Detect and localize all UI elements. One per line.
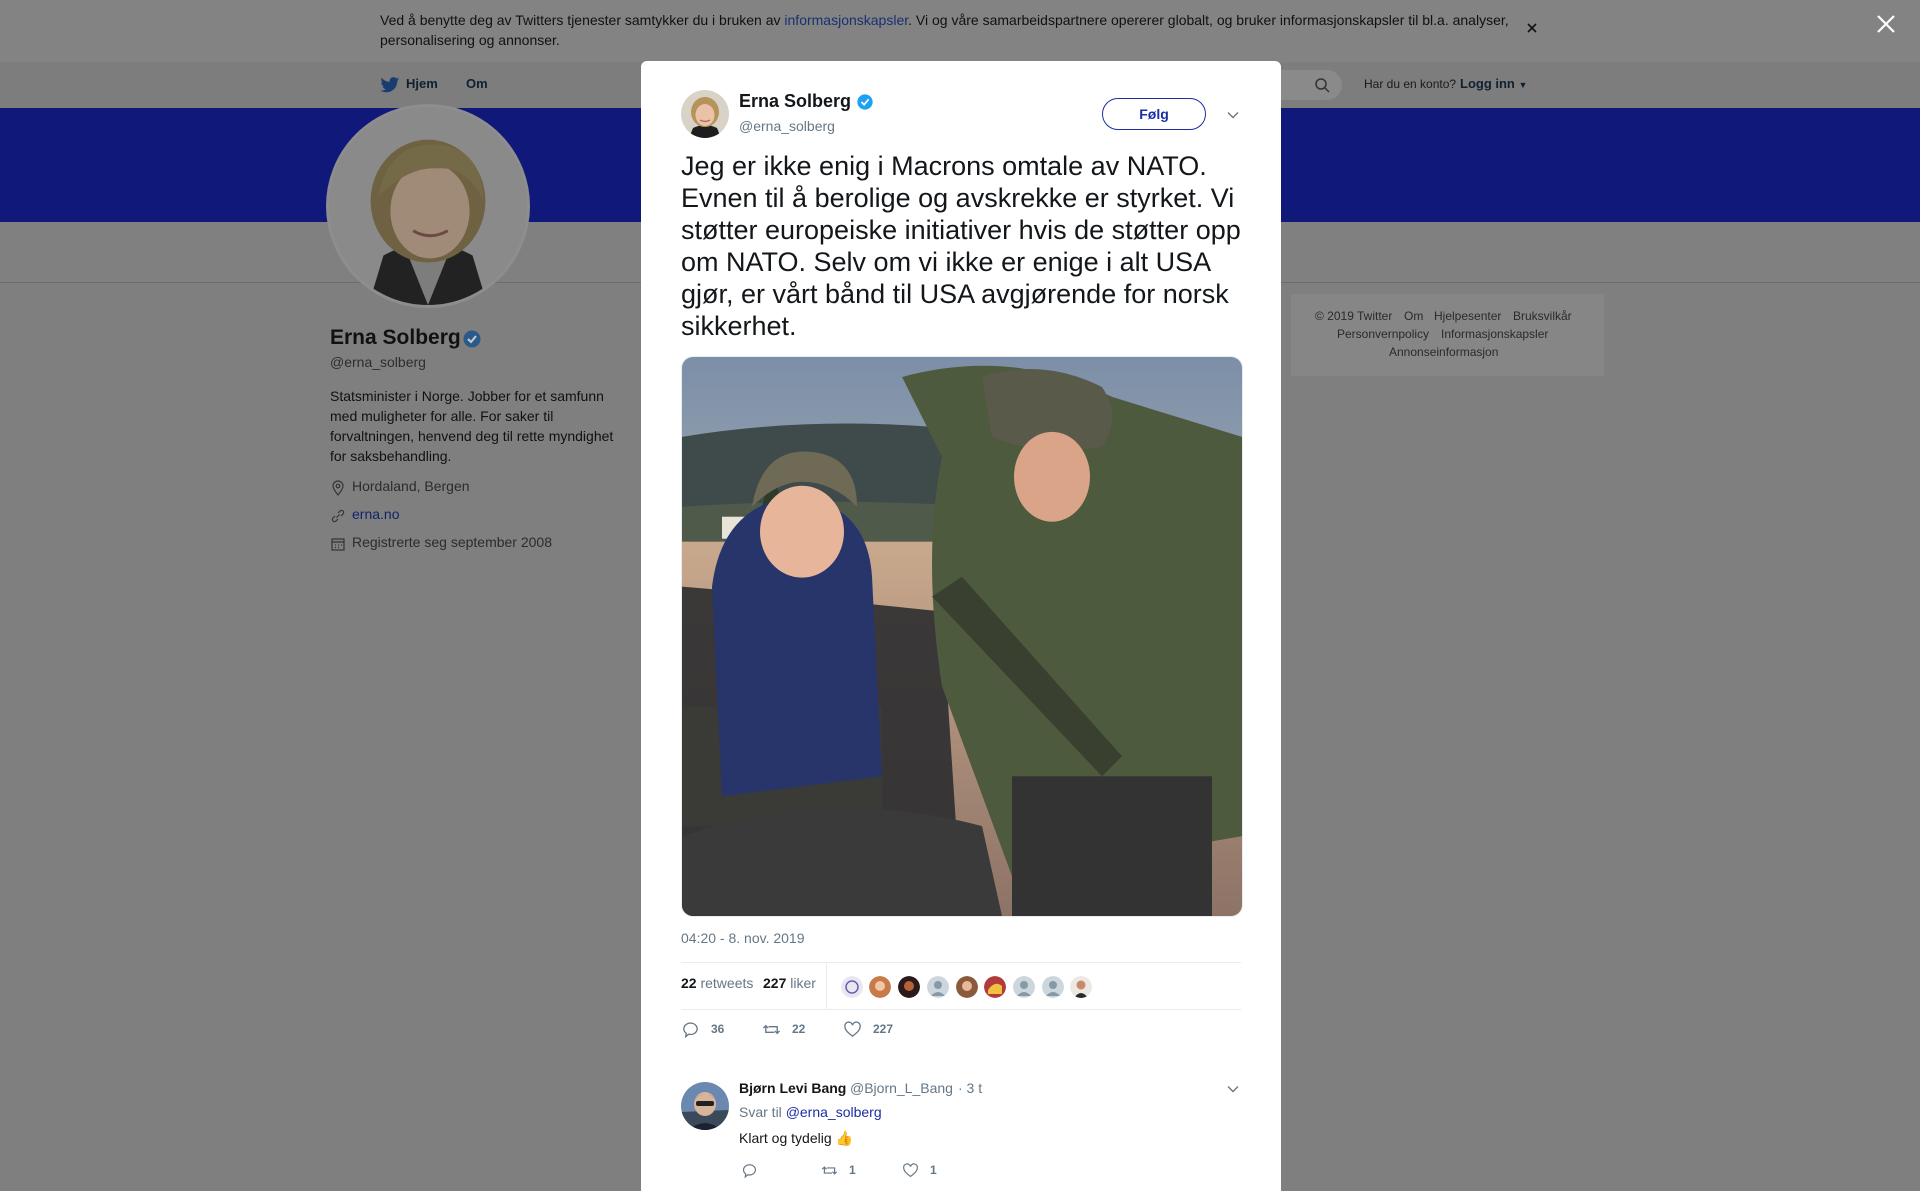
calendar-icon [330,536,346,552]
profile-avatar[interactable] [326,104,530,308]
footer-link-ads[interactable]: Annonseinformasjon [1389,345,1498,359]
close-modal-icon[interactable] [1876,14,1896,34]
liker-avatar[interactable] [1041,975,1065,999]
footer-link-help[interactable]: Hjelpesenter [1434,309,1501,323]
search-icon[interactable] [1314,77,1330,93]
follow-button[interactable]: Følg [1102,98,1206,130]
like-stats[interactable]: 227 liker [763,975,816,991]
chevron-down-icon: ▼ [1518,80,1528,90]
reply-icon [683,1022,698,1039]
footer-link-cookies[interactable]: Informasjonskapsler [1441,327,1548,341]
tweet-text: Jeg er ikke enig i Macrons omtale av NAT… [681,151,1241,341]
nav-about[interactable]: Om [466,76,488,91]
profile-handle: @erna_solberg [330,354,426,370]
tweet-photo[interactable] [681,356,1243,917]
profile-bio: Statsminister i Norge. Jobber for et sam… [330,388,614,464]
link-icon [330,508,346,524]
divider [826,962,827,1009]
reply-author-avatar[interactable] [681,1082,729,1130]
retweet-icon [762,1024,781,1035]
liker-avatar[interactable] [1069,975,1093,999]
reply-time[interactable]: · 3 t [958,1080,982,1096]
divider [681,1009,1241,1010]
footer-copyright: © 2019 Twitter [1315,309,1393,323]
retweet-stats[interactable]: 22 retweets [681,975,753,991]
footer-link-about[interactable]: Om [1404,309,1423,323]
divider [681,962,1241,963]
profile-name: Erna Solberg [330,326,461,349]
liker-avatar[interactable] [897,975,921,999]
footer-link-privacy[interactable]: Personvernpolicy [1337,327,1429,341]
reply-author-handle[interactable]: @Bjorn_L_Bang [850,1080,953,1096]
heart-icon [844,1021,861,1037]
tweet-timestamp[interactable]: 04:20 - 8. nov. 2019 [681,930,805,946]
cookie-policy-link[interactable]: informasjonskapsler [784,12,908,28]
retweet-button[interactable]: 22 [762,1020,822,1042]
twitter-bird-icon[interactable] [380,77,400,94]
reply-text: Klart og tydelig 👍 [739,1130,853,1146]
liker-avatar[interactable] [840,975,864,999]
nav-home[interactable]: Hjem [406,76,438,91]
reply-to-line: Svar til @erna_solberg [739,1104,882,1120]
account-question: Har du en konto? [1364,77,1457,91]
footer-links: © 2019 Twitter Om Hjelpesenter Bruksvilk… [1291,294,1604,376]
like-button[interactable]: 227 [843,1020,913,1042]
login-button[interactable]: Logg inn ▼ [1460,76,1527,91]
liker-avatar[interactable] [1012,975,1036,999]
chevron-down-icon[interactable] [1226,1082,1240,1096]
verified-badge-icon [462,329,482,349]
tweet-author-avatar[interactable] [681,90,729,138]
liker-avatar[interactable] [926,975,950,999]
heart-icon [903,1163,918,1178]
cookie-close-icon[interactable] [1524,20,1540,36]
liker-avatar[interactable] [983,975,1007,999]
reply-retweet-button[interactable]: 1 [821,1162,871,1182]
reply-to-handle-link[interactable]: @erna_solberg [786,1104,882,1120]
verified-badge-icon [856,93,874,111]
footer-link-terms[interactable]: Bruksvilkår [1513,309,1572,323]
reply-icon [742,1164,756,1179]
liker-avatar[interactable] [868,975,892,999]
tweet-author-name[interactable]: Erna Solberg [739,91,851,112]
chevron-down-icon[interactable] [1226,108,1240,122]
reply-reply-button[interactable] [741,1162,781,1182]
cookie-banner-text: Ved å benytte deg av Twitters tjenester … [380,12,1509,48]
location-pin-icon [330,480,346,496]
reply-author-name[interactable]: Bjørn Levi Bang [739,1080,846,1096]
retweet-icon [821,1166,838,1175]
tweet-author-handle[interactable]: @erna_solberg [739,118,835,134]
reply-like-button[interactable]: 1 [902,1162,952,1182]
reply-button[interactable]: 36 [681,1020,741,1042]
liker-avatar[interactable] [955,975,979,999]
